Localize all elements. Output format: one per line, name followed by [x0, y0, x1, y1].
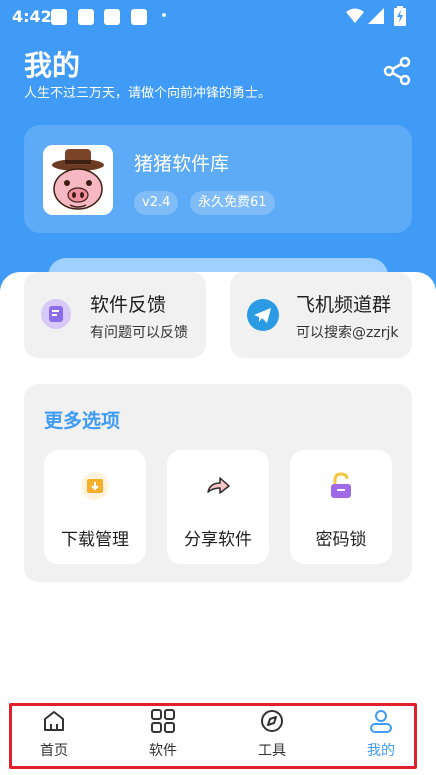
notification-icon	[78, 9, 94, 25]
padlock-icon	[331, 472, 351, 498]
share-arrow-icon	[207, 477, 230, 494]
telegram-icon	[247, 299, 279, 331]
page-subtitle: 人生不过三万天，请做个向前冲锋的勇士。	[24, 86, 272, 101]
telegram-group-title: 飞机频道群	[296, 294, 392, 316]
more-options-title: 更多选项	[44, 410, 121, 432]
feedback-title: 软件反馈	[90, 294, 167, 316]
app-logo-image	[43, 145, 113, 215]
notification-icon	[51, 9, 67, 25]
password-lock-button[interactable]: 密码锁	[290, 450, 392, 564]
signal-icon	[368, 8, 384, 24]
wifi-icon	[346, 8, 364, 23]
share-app-button[interactable]: 分享软件	[167, 450, 269, 564]
download-folder-icon	[81, 472, 109, 500]
telegram-group-subtitle: 可以搜索@zzrjk	[296, 325, 399, 341]
download-manager-label: 下载管理	[61, 530, 129, 550]
app-name: 猪猪软件库	[134, 153, 230, 175]
notification-icon	[131, 9, 147, 25]
app-info-card: 猪猪软件库 v2.4 永久免费61	[24, 125, 412, 233]
feedback-tile[interactable]: 软件反馈 有问题可以反馈	[24, 272, 206, 358]
pig-logo-icon	[43, 145, 113, 215]
status-bar: 4:42	[0, 0, 436, 32]
more-options-panel: 更多选项 下载管理 分享软件 密码锁	[24, 384, 412, 582]
page-title: 我的	[24, 49, 81, 82]
feedback-subtitle: 有问题可以反馈	[90, 325, 188, 341]
battery-icon	[394, 6, 406, 26]
license-badge: 永久免费61	[190, 191, 275, 215]
share-app-label: 分享软件	[184, 530, 252, 550]
password-lock-label: 密码锁	[315, 530, 367, 550]
highlight-outline	[9, 703, 417, 769]
telegram-group-tile[interactable]: 飞机频道群 可以搜索@zzrjk	[230, 272, 412, 358]
download-manager-button[interactable]: 下载管理	[44, 450, 146, 564]
share-icon[interactable]	[382, 56, 412, 86]
more-notifications-icon	[162, 13, 166, 17]
version-badge: v2.4	[134, 191, 179, 215]
status-time: 4:42	[12, 7, 52, 26]
feedback-icon	[41, 299, 71, 329]
notification-icon	[104, 9, 120, 25]
